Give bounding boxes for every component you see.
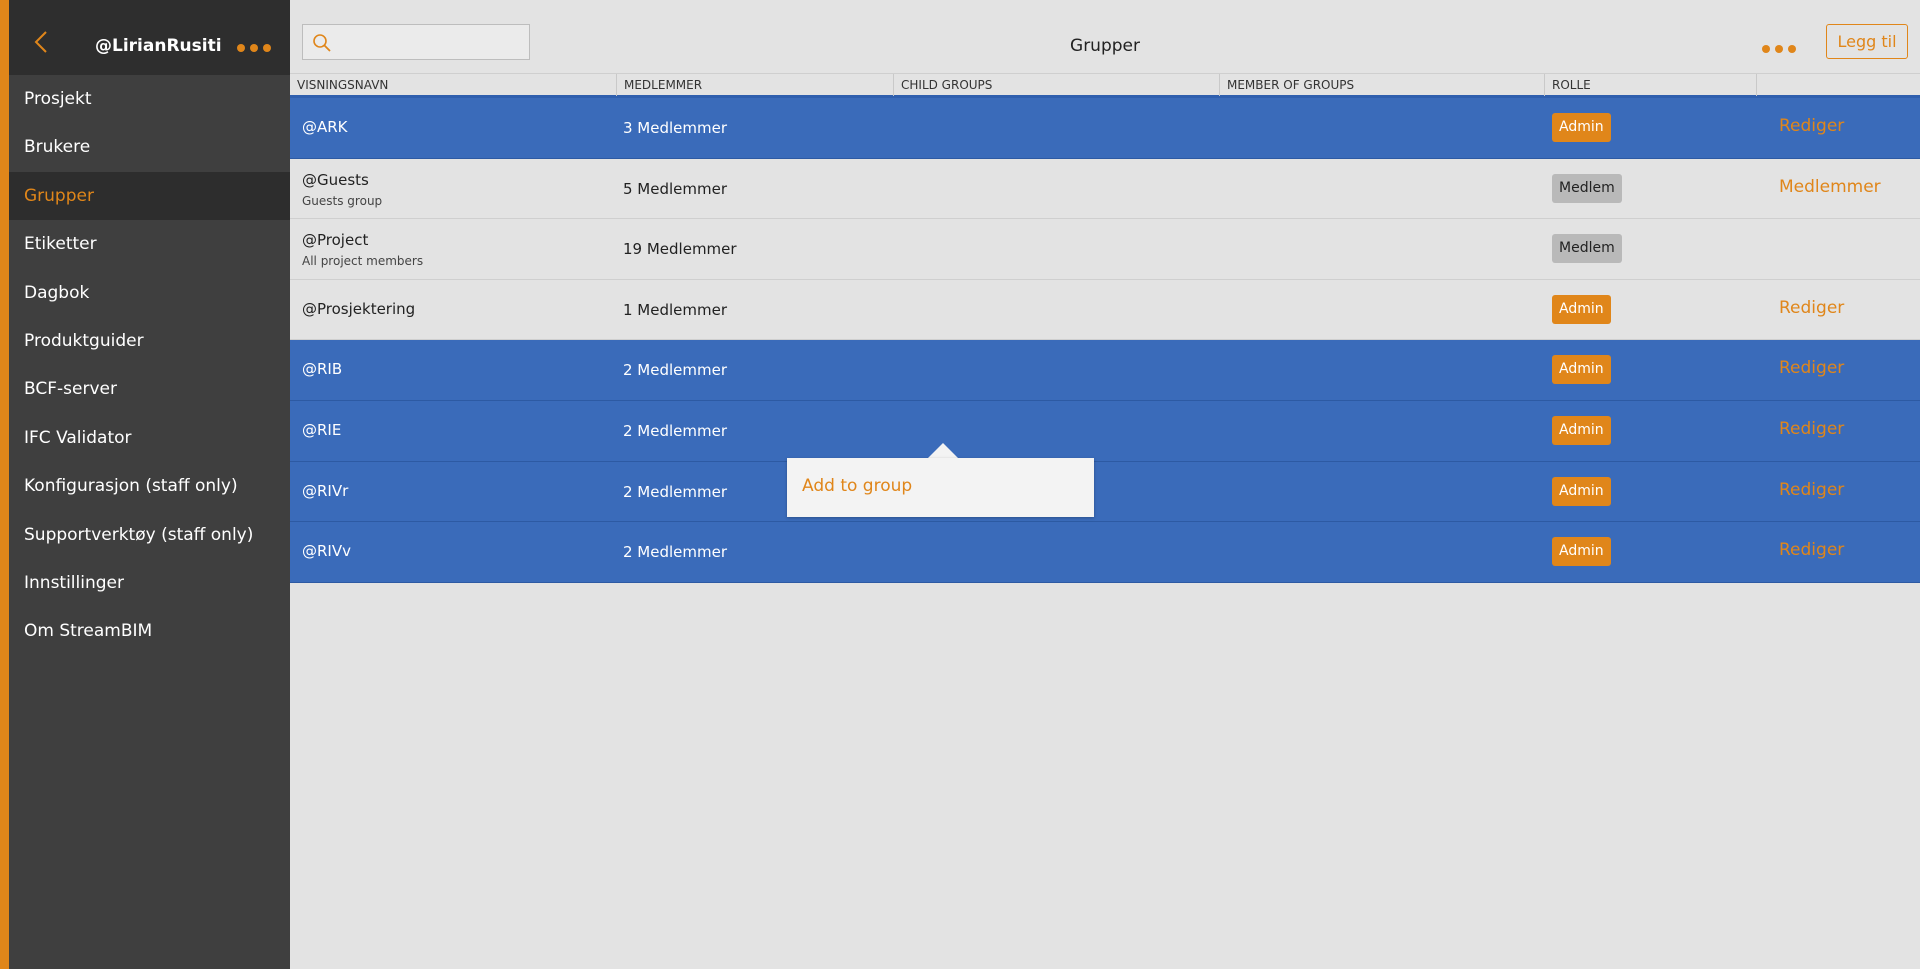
search-box[interactable] <box>302 24 530 60</box>
edit-link[interactable]: Rediger <box>1779 358 1844 378</box>
sidebar-item-supportverkt-y-staff-only[interactable]: Supportverktøy (staff only) <box>9 511 290 559</box>
table-row[interactable]: @ARK 3 Medlemmer Admin Rediger <box>290 98 1920 159</box>
topbar: Grupper Legg til <box>290 0 1920 73</box>
member-count: 2 Medlemmer <box>623 482 728 501</box>
more-dots-icon[interactable] <box>237 44 271 52</box>
column-header[interactable]: MEMBER OF GROUPS <box>1220 74 1545 96</box>
sidebar-header: @LirianRusiti <box>9 0 290 75</box>
context-popup: Add to group <box>787 458 1094 517</box>
username: @LirianRusiti <box>95 36 222 56</box>
column-header[interactable]: ROLLE <box>1545 74 1757 96</box>
sidebar-nav: Prosjekt Brukere Grupper Etiketter Dagbok Pro… <box>9 75 290 656</box>
role-badge: Admin <box>1552 294 1611 324</box>
edit-link[interactable]: Rediger <box>1779 540 1844 560</box>
table-row[interactable]: @Prosjektering 1 Medlemmer Admin Rediger <box>290 279 1920 341</box>
role-badge: Medlem <box>1552 173 1622 203</box>
sidebar-item-brukere[interactable]: Brukere <box>9 123 290 171</box>
group-name: @Prosjektering <box>302 299 416 318</box>
edit-link[interactable]: Rediger <box>1779 298 1844 318</box>
add-to-group-option[interactable]: Add to group <box>802 476 912 496</box>
add-group-button[interactable]: Legg til <box>1826 24 1908 59</box>
sidebar-item-produktguider[interactable]: Produktguider <box>9 317 290 365</box>
group-name: @RIVr <box>302 481 349 500</box>
sidebar-item-bcf-server[interactable]: BCF-server <box>9 365 290 413</box>
popup-arrow <box>928 443 958 458</box>
group-description: Guests group <box>302 193 383 208</box>
role-badge: Admin <box>1552 537 1611 567</box>
role-badge: Admin <box>1552 355 1611 385</box>
search-input[interactable] <box>339 29 524 55</box>
member-count: 2 Medlemmer <box>623 543 728 562</box>
role-badge: Admin <box>1552 113 1611 142</box>
sidebar-item-dagbok[interactable]: Dagbok <box>9 269 290 317</box>
sidebar-item-innstillinger[interactable]: Innstillinger <box>9 559 290 607</box>
member-count: 2 Medlemmer <box>623 421 728 440</box>
accent-stripe <box>0 0 9 969</box>
more-dots-icon[interactable] <box>1762 45 1796 53</box>
role-badge: Admin <box>1552 476 1611 506</box>
column-header[interactable]: CHILD GROUPS <box>894 74 1220 96</box>
member-count: 5 Medlemmer <box>623 179 728 198</box>
edit-link[interactable]: Rediger <box>1779 419 1844 439</box>
sidebar-item-grupper[interactable]: Grupper <box>9 171 290 221</box>
page-title: Grupper <box>1070 36 1140 56</box>
table-row[interactable]: @Project All project members 19 Medlemmer M… <box>290 219 1920 280</box>
table-row[interactable]: @RIB 2 Medlemmer Admin Rediger <box>290 340 1920 401</box>
group-name: @RIB <box>302 360 343 379</box>
search-icon <box>313 34 331 52</box>
member-count: 1 Medlemmer <box>623 300 728 319</box>
group-name: @RIE <box>302 420 342 439</box>
table-row[interactable]: @RIVr 2 Medlemmer Admin Rediger <box>290 461 1920 523</box>
edit-link[interactable]: Rediger <box>1779 480 1844 500</box>
sidebar-item-ifc-validator[interactable]: IFC Validator <box>9 414 290 462</box>
group-name: @Guests <box>302 170 369 189</box>
edit-link[interactable]: Rediger <box>1779 116 1844 136</box>
sidebar-item-om-streambim[interactable]: Om StreamBIM <box>9 607 290 655</box>
groups-table-body: @ARK 3 Medlemmer Admin Rediger @Guests Guests… <box>290 98 1920 583</box>
members-link[interactable]: Medlemmer <box>1779 177 1881 197</box>
group-name: @RIVv <box>302 542 351 561</box>
member-count: 2 Medlemmer <box>623 361 728 380</box>
column-header[interactable]: VISNINGSNAVN <box>290 74 617 96</box>
group-name: @ARK <box>302 118 348 136</box>
sidebar-item-konfigurasjon-staff-only[interactable]: Konfigurasjon (staff only) <box>9 462 290 510</box>
table-row[interactable]: @Guests Guests group 5 Medlemmer Medlem Medl… <box>290 158 1920 220</box>
column-header[interactable]: MEDLEMMER <box>617 74 894 96</box>
sidebar: @LirianRusiti Prosjekt Brukere Grupper Etik… <box>9 0 290 969</box>
role-badge: Medlem <box>1552 234 1622 264</box>
member-count: 19 Medlemmer <box>623 240 737 259</box>
table-header: VISNINGSNAVN MEDLEMMER CHILD GROUPS MEMB… <box>290 73 1920 98</box>
chevron-left-icon[interactable] <box>31 30 51 54</box>
group-description: All project members <box>302 254 424 269</box>
role-badge: Admin <box>1552 415 1611 445</box>
member-count: 3 Medlemmer <box>623 119 728 137</box>
table-row[interactable]: @RIVv 2 Medlemmer Admin Rediger <box>290 522 1920 583</box>
table-row[interactable]: @RIE 2 Medlemmer Admin Rediger <box>290 400 1920 462</box>
group-name: @Project <box>302 231 369 250</box>
sidebar-item-etiketter[interactable]: Etiketter <box>9 220 290 268</box>
sidebar-item-prosjekt[interactable]: Prosjekt <box>9 75 290 123</box>
column-header <box>1757 74 1920 96</box>
